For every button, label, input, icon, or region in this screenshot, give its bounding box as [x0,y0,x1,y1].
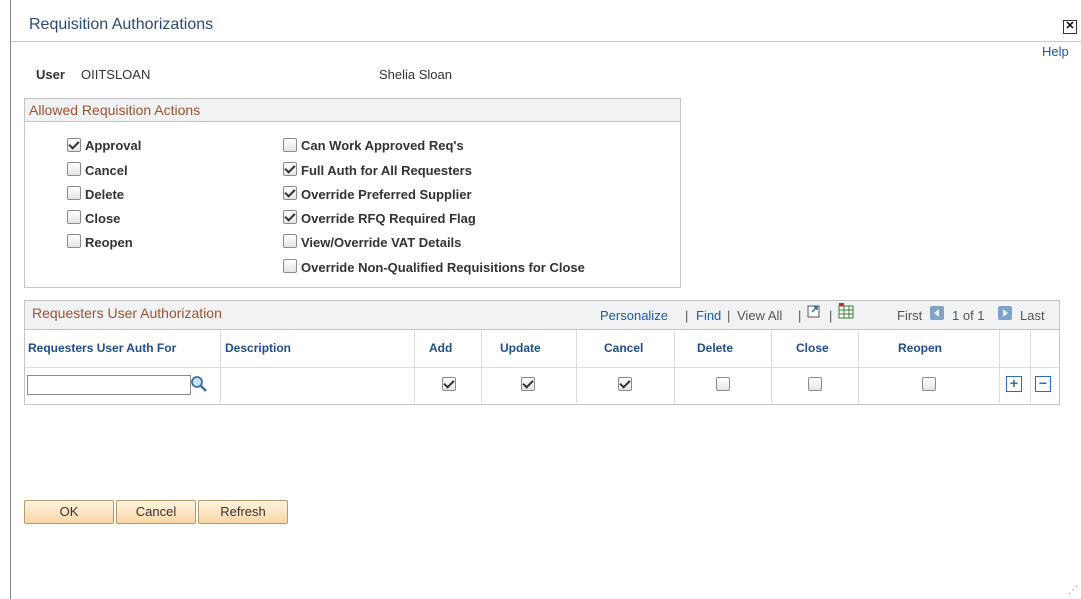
separator: | [829,308,833,323]
ok-button[interactable]: OK [24,500,114,524]
add-checkbox[interactable] [442,377,456,391]
view-override-vat-checkbox[interactable] [283,234,297,248]
view-override-vat-label: View/Override VAT Details [301,235,462,250]
separator: | [685,308,689,323]
window-border [10,0,11,599]
last-label: Last [1020,308,1045,323]
find-link[interactable]: Find [696,308,721,323]
cancel-checkbox[interactable] [618,377,632,391]
col-close: Close [796,341,829,355]
user-id: OIITSLOAN [81,67,151,82]
row-range: 1 of 1 [952,308,985,323]
row-divider [25,367,1059,368]
col-requesters-user-auth-for: Requesters User Auth For [28,341,177,355]
delete-checkbox[interactable] [67,186,81,200]
resize-grip-icon[interactable]: ⋰ [1068,585,1078,596]
full-auth-checkbox[interactable] [283,162,297,176]
cancel-checkbox[interactable] [67,162,81,176]
override-rfq-label: Override RFQ Required Flag [301,211,476,226]
cancel-label: Cancel [85,163,128,178]
override-preferred-supplier-checkbox[interactable] [283,186,297,200]
can-work-approved-label: Can Work Approved Req's [301,138,464,153]
full-auth-label: Full Auth for All Requesters [301,163,472,178]
col-description: Description [225,341,292,355]
cancel-button[interactable]: Cancel [116,500,196,524]
update-checkbox[interactable] [521,377,535,391]
override-non-qualified-label: Override Non-Qualified Requisitions for … [301,260,585,275]
grid-title: Requesters User Authorization [32,305,222,321]
download-grid-icon[interactable] [838,303,854,319]
view-all-link[interactable]: View All [737,308,782,323]
override-rfq-checkbox[interactable] [283,210,297,224]
override-non-qualified-checkbox[interactable] [283,259,297,273]
personalize-link[interactable]: Personalize [600,308,668,323]
refresh-button[interactable]: Refresh [198,500,288,524]
first-label: First [897,308,923,323]
help-link[interactable]: Help [1042,44,1069,59]
user-label: User [36,67,65,82]
reopen-label: Reopen [85,235,133,250]
separator: | [798,308,802,323]
override-preferred-supplier-label: Override Preferred Supplier [301,187,472,202]
next-arrow-icon[interactable] [998,306,1012,320]
separator: | [727,308,731,323]
col-reopen: Reopen [898,341,943,355]
approval-checkbox[interactable] [67,138,81,152]
close-label: Close [85,211,121,226]
delete-row-icon[interactable]: − [1035,376,1051,392]
requester-input[interactable] [27,375,191,395]
delete-label: Delete [85,187,125,202]
search-icon[interactable] [190,375,208,393]
page-title: Requisition Authorizations [29,16,214,33]
close-icon[interactable]: ✕ [1063,20,1077,34]
close-checkbox[interactable] [808,377,822,391]
col-update: Update [500,341,541,355]
add-row-icon[interactable]: + [1006,376,1022,392]
reopen-checkbox[interactable] [922,377,936,391]
col-delete: Delete [697,341,734,355]
close-checkbox[interactable] [67,210,81,224]
can-work-approved-checkbox[interactable] [283,138,297,152]
reopen-checkbox[interactable] [67,234,81,248]
user-name: Shelia Sloan [379,67,452,82]
col-add: Add [429,341,453,355]
delete-checkbox[interactable] [716,377,730,391]
col-cancel: Cancel [604,341,644,355]
zoom-icon[interactable] [807,304,821,318]
allowed-actions-title: Allowed Requisition Actions [25,99,680,122]
prev-arrow-icon[interactable] [930,306,944,320]
approval-label: Approval [85,138,142,153]
